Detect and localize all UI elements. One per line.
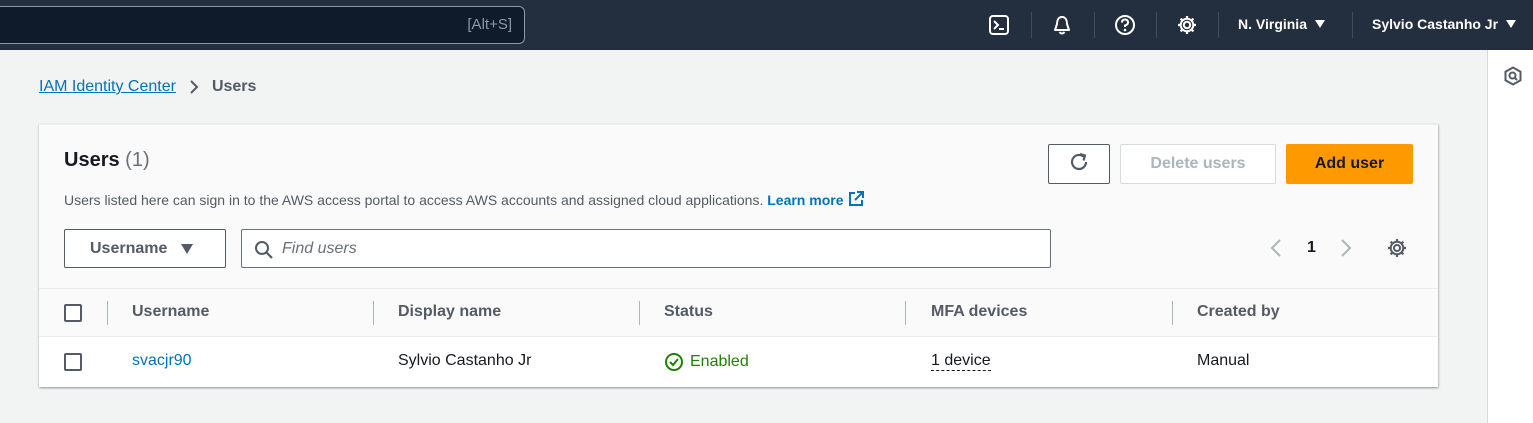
title-text: Users <box>64 149 120 171</box>
column-divider[interactable] <box>905 301 906 325</box>
external-link-icon <box>847 190 865 211</box>
display-name-cell: Sylvio Castanho Jr <box>398 352 532 369</box>
notifications-bell-icon[interactable] <box>1050 13 1074 37</box>
column-divider[interactable] <box>1172 301 1173 325</box>
refresh-icon <box>1068 151 1090 178</box>
column-divider[interactable] <box>373 301 374 325</box>
delete-users-button[interactable]: Delete users <box>1120 144 1276 184</box>
status-cell: Enabled <box>664 352 749 372</box>
column-divider[interactable] <box>107 301 108 325</box>
learn-more-link[interactable]: Learn more <box>767 190 865 211</box>
breadcrumb-iam-identity-center-link[interactable]: IAM Identity Center <box>39 78 176 96</box>
table-row: svacjr90 Sylvio Castanho Jr Enabled 1 de… <box>39 337 1438 387</box>
help-icon[interactable] <box>1113 13 1137 37</box>
settings-gear-icon[interactable] <box>1175 13 1199 37</box>
column-divider[interactable] <box>639 301 640 325</box>
select-all-checkbox[interactable] <box>64 304 82 322</box>
nav-divider <box>1352 12 1353 38</box>
caret-down-icon <box>1314 20 1325 28</box>
nav-divider <box>1031 12 1032 38</box>
pagination-current-page[interactable]: 1 <box>1307 239 1316 257</box>
column-header-display-name[interactable]: Display name <box>398 303 501 321</box>
caret-down-icon <box>181 243 194 254</box>
region-label: N. Virginia <box>1238 16 1307 32</box>
column-header-mfa-devices[interactable]: MFA devices <box>931 303 1027 321</box>
cloudshell-icon[interactable] <box>987 13 1011 37</box>
add-user-button[interactable]: Add user <box>1286 144 1413 184</box>
find-users-input[interactable] <box>282 238 1022 260</box>
status-text: Enabled <box>690 353 749 370</box>
page-title: Users (1) <box>64 149 150 172</box>
filter-property-select[interactable]: Username <box>64 229 226 268</box>
learn-more-label: Learn more <box>767 192 844 208</box>
right-utility-rail <box>1487 50 1533 423</box>
top-navigation-bar: [Alt+S] N. Virginia Sylvio Castanho Jr <box>0 0 1533 50</box>
chevron-right-icon <box>188 79 200 95</box>
caret-down-icon <box>1506 20 1517 28</box>
column-header-status[interactable]: Status <box>664 303 713 321</box>
find-users-field[interactable] <box>241 229 1051 268</box>
column-header-created-by[interactable]: Created by <box>1197 303 1280 321</box>
table-header-row: Username Display name Status MFA devices… <box>39 289 1438 337</box>
created-by-cell: Manual <box>1197 352 1250 369</box>
status-success-icon <box>665 353 683 371</box>
column-header-username[interactable]: Username <box>132 303 209 321</box>
nav-divider <box>1218 12 1219 38</box>
nav-divider <box>1094 12 1095 38</box>
chevron-left-icon[interactable] <box>1269 238 1283 263</box>
user-count: (1) <box>125 149 150 171</box>
search-shortcut-hint: [Alt+S] <box>467 16 512 33</box>
panel-description: Users listed here can sign in to the AWS… <box>64 190 865 211</box>
mfa-devices-cell: 1 device <box>931 352 991 371</box>
mfa-devices-popover-trigger[interactable]: 1 device <box>931 352 991 371</box>
preferences-gear-icon[interactable] <box>1386 237 1408 264</box>
search-icon <box>254 240 274 265</box>
description-text: Users listed here can sign in to the AWS… <box>64 192 764 208</box>
refresh-button[interactable] <box>1048 144 1110 184</box>
account-menu[interactable]: Sylvio Castanho Jr <box>1372 16 1517 32</box>
region-selector[interactable]: N. Virginia <box>1238 16 1325 32</box>
global-search-box[interactable]: [Alt+S] <box>0 6 525 44</box>
filter-property-label: Username <box>90 239 168 257</box>
panel-header: Users (1) Users listed here can sign in … <box>39 125 1438 289</box>
nav-divider <box>1156 12 1157 38</box>
username-link[interactable]: svacjr90 <box>132 352 192 370</box>
users-panel: Users (1) Users listed here can sign in … <box>39 124 1438 387</box>
breadcrumb-current: Users <box>211 78 257 95</box>
breadcrumb: IAM Identity Center Users <box>39 78 256 96</box>
row-select-checkbox[interactable] <box>64 353 82 371</box>
feedback-hex-icon[interactable] <box>1501 64 1525 88</box>
account-username: Sylvio Castanho Jr <box>1372 16 1499 32</box>
chevron-right-icon[interactable] <box>1339 238 1353 263</box>
